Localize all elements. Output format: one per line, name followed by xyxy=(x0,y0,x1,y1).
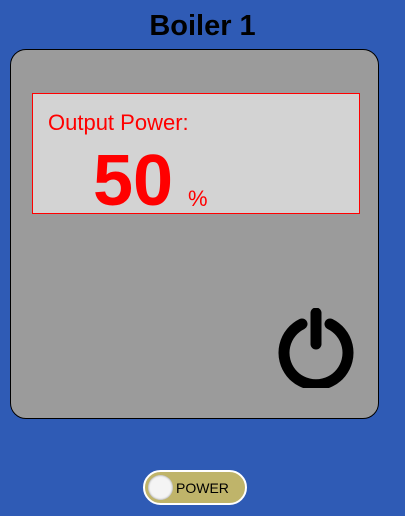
toggle-label: POWER xyxy=(176,480,229,496)
power-toggle[interactable]: POWER xyxy=(143,470,247,505)
page-title: Boiler 1 xyxy=(149,10,256,42)
boiler-panel: Output Power: 50 % xyxy=(10,49,379,419)
output-power-readout: Output Power: 50 % xyxy=(32,93,360,218)
output-power-label: Output Power: xyxy=(48,110,189,135)
power-icon[interactable] xyxy=(276,307,356,391)
output-power-unit: % xyxy=(188,186,208,211)
output-power-value: 50 xyxy=(93,141,174,221)
toggle-knob[interactable] xyxy=(148,475,173,500)
